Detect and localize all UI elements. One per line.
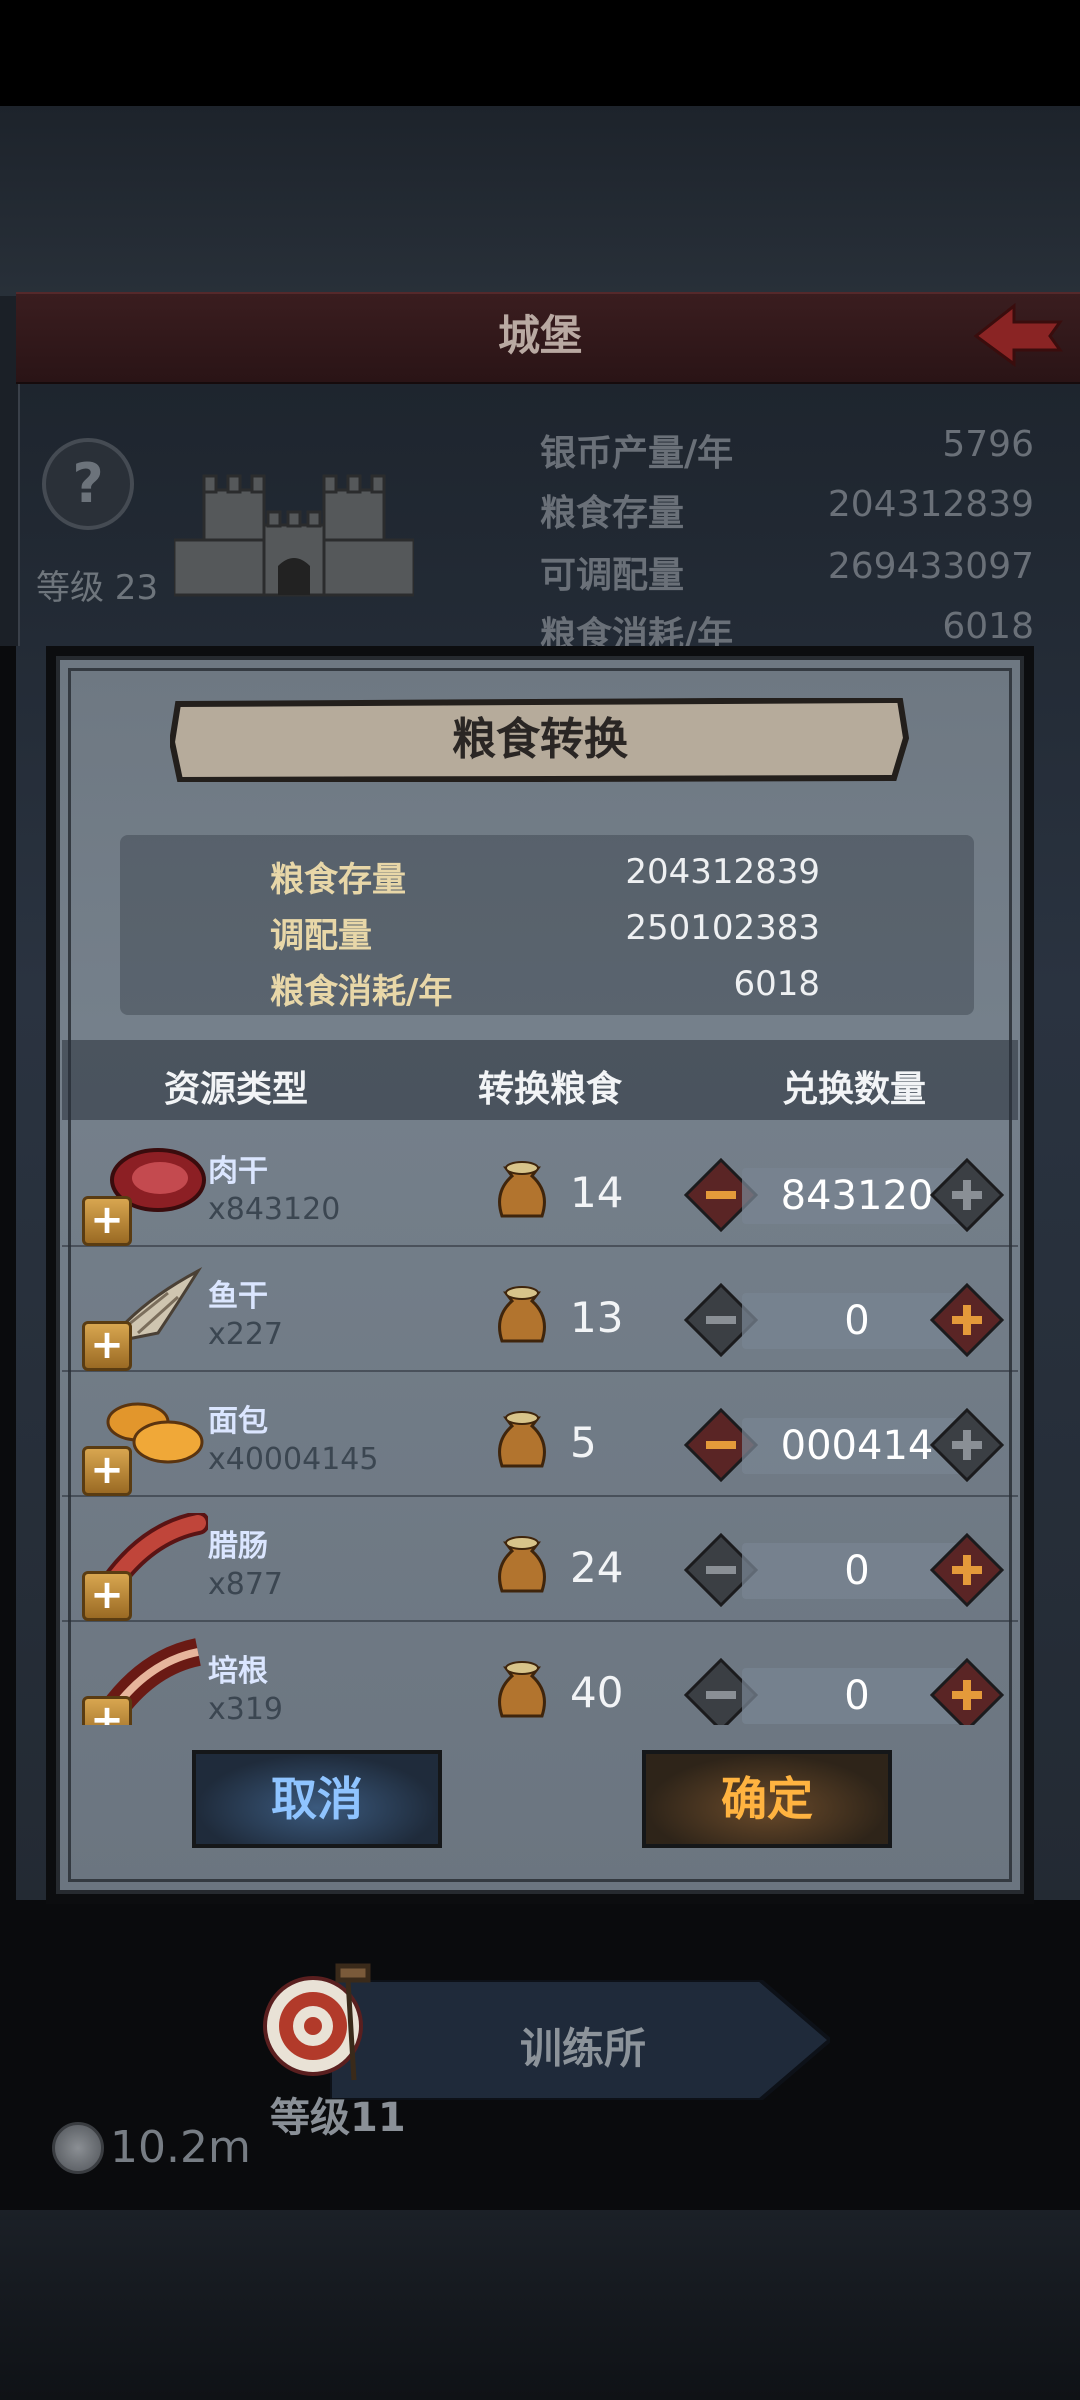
- increase-button[interactable]: [930, 1408, 1004, 1482]
- confirm-button[interactable]: 确定: [642, 1750, 892, 1848]
- conversion-value: 5: [570, 1418, 597, 1467]
- column-header-convert: 转换粮食: [478, 1069, 623, 1110]
- info-value: 250102383: [625, 908, 820, 948]
- info-value: 204312839: [625, 852, 820, 892]
- table-row: + 鱼干 x227 13 0: [62, 1245, 1018, 1372]
- grain-sack-icon: [498, 1411, 546, 1468]
- resource-name: 肉干: [208, 1154, 268, 1189]
- conversion-value: 14: [570, 1168, 624, 1217]
- silver-amount: 10.2m: [110, 2122, 251, 2173]
- silver-coin-icon: [52, 2122, 104, 2174]
- bottom-backdrop: [0, 2210, 1080, 2400]
- stat-label: 可调配量: [540, 555, 685, 596]
- castle-icon: [174, 474, 414, 597]
- info-label: 粮食消耗/年: [270, 972, 453, 1012]
- stat-label: 银币产量/年: [540, 433, 734, 474]
- grain-sack-icon: [498, 1661, 546, 1718]
- training-level: 等级11: [270, 2095, 406, 2141]
- conversion-value: 24: [570, 1543, 624, 1592]
- stat-label: 粮食存量: [540, 493, 685, 534]
- resource-count: x227: [208, 1317, 284, 1352]
- stat-value: 5796: [942, 424, 1034, 465]
- resource-name: 腊肠: [208, 1529, 268, 1564]
- table-row: + 面包 x40004145 5 000414: [62, 1370, 1018, 1497]
- castle-level: 等级 23: [36, 568, 159, 608]
- resource-count: x843120: [208, 1192, 341, 1227]
- resource-count: x877: [208, 1567, 284, 1602]
- stat-value: 269433097: [827, 546, 1034, 587]
- dialog-title: 粮食转换: [452, 714, 628, 765]
- column-header-amount: 兑换数量: [782, 1069, 927, 1110]
- status-bar-area: [0, 0, 1080, 106]
- stat-value: 204312839: [827, 484, 1034, 525]
- table-row: + 腊肠 x877 24 0: [62, 1495, 1018, 1622]
- increase-button[interactable]: [930, 1283, 1004, 1357]
- grain-sack-icon: [498, 1536, 546, 1593]
- resource-name: 鱼干: [208, 1279, 268, 1314]
- add-resource-button[interactable]: +: [82, 1696, 132, 1725]
- table-row: + 肉干 x843120 14 843120: [62, 1120, 1018, 1247]
- add-resource-button[interactable]: +: [82, 1446, 132, 1496]
- cancel-button[interactable]: 取消: [192, 1750, 442, 1848]
- add-resource-button[interactable]: +: [82, 1196, 132, 1246]
- resource-list[interactable]: + 肉干 x843120 14 843120 + 鱼干 x227 13 0 + …: [62, 1120, 1018, 1725]
- resource-name: 培根: [208, 1654, 268, 1689]
- grain-sack-icon: [498, 1161, 546, 1218]
- info-value: 6018: [733, 964, 820, 1004]
- increase-button[interactable]: [930, 1533, 1004, 1607]
- resource-name: 面包: [208, 1404, 268, 1439]
- training-label: 训练所: [520, 2024, 647, 2073]
- column-header-type: 资源类型: [164, 1069, 309, 1110]
- castle-title: 城堡: [497, 311, 582, 360]
- back-arrow-icon[interactable]: [970, 300, 1066, 370]
- resource-count: x40004145: [208, 1442, 379, 1477]
- table-row: + 培根 x319 40 0: [62, 1620, 1018, 1725]
- increase-button[interactable]: [930, 1158, 1004, 1232]
- conversion-value: 40: [570, 1668, 624, 1717]
- target-icon: [263, 1963, 371, 2081]
- stat-value: 6018: [942, 606, 1034, 647]
- info-label: 调配量: [270, 916, 372, 956]
- add-resource-button[interactable]: +: [82, 1571, 132, 1621]
- conversion-value: 13: [570, 1293, 624, 1342]
- increase-button[interactable]: [930, 1658, 1004, 1725]
- help-icon[interactable]: ?: [42, 438, 134, 530]
- info-label: 粮食存量: [270, 860, 406, 900]
- resource-count: x319: [208, 1692, 284, 1725]
- scene-backdrop: [0, 106, 1080, 296]
- add-resource-button[interactable]: +: [82, 1321, 132, 1371]
- grain-sack-icon: [498, 1286, 546, 1343]
